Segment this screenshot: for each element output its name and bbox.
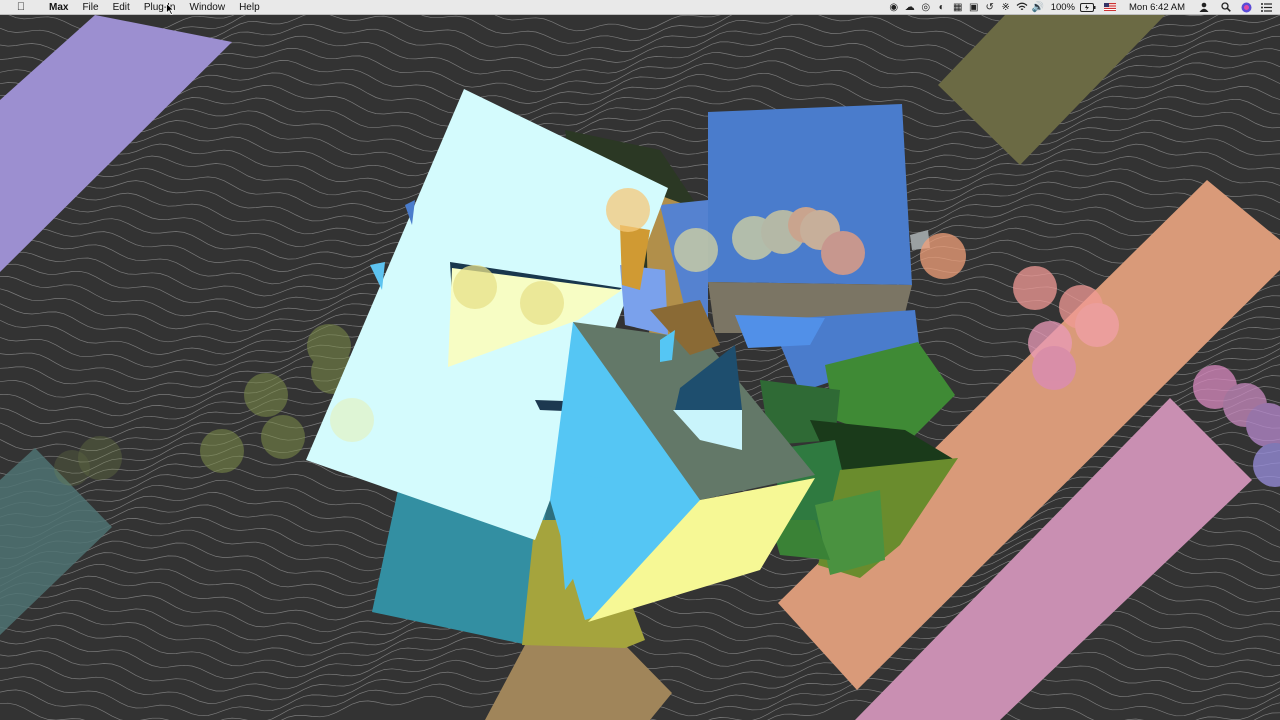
us-flag-icon[interactable] xyxy=(1102,0,1118,15)
grid-icon[interactable]: ▦ xyxy=(950,0,966,15)
menu-help[interactable]: Help xyxy=(232,0,267,15)
blue-cube-front xyxy=(708,104,912,285)
render-canvas[interactable] xyxy=(0,15,1280,720)
cc-icon[interactable]: ◎ xyxy=(918,0,934,15)
menu-file[interactable]: File xyxy=(75,0,105,15)
wifi-icon[interactable] xyxy=(1014,0,1030,15)
mouse-cursor-icon xyxy=(166,3,174,15)
notification-center-icon[interactable] xyxy=(1258,0,1274,15)
sync-icon[interactable]: ◐ xyxy=(934,0,950,15)
menu-bar:  Max File Edit Plug-In Window Help ◉ ☁ … xyxy=(0,0,1280,15)
search-icon[interactable] xyxy=(1218,0,1234,15)
battery-charging-icon[interactable] xyxy=(1080,0,1096,15)
user-icon[interactable] xyxy=(1196,0,1212,15)
menu-app-max[interactable]: Max xyxy=(42,0,75,15)
menu-clock[interactable]: Mon 6:42 AM xyxy=(1124,0,1190,15)
battery-percent: 100% xyxy=(1050,1,1076,13)
time-machine-icon[interactable]: ↺ xyxy=(982,0,998,15)
siri-icon[interactable] xyxy=(1238,0,1254,15)
apple-menu-icon[interactable]:  xyxy=(0,0,42,15)
record-icon[interactable]: ◉ xyxy=(886,0,902,15)
menu-edit[interactable]: Edit xyxy=(106,0,137,15)
cloud-icon[interactable]: ☁ xyxy=(902,0,918,15)
menu-window[interactable]: Window xyxy=(183,0,233,15)
bluetooth-icon[interactable]: ※ xyxy=(998,0,1014,15)
screen-icon[interactable]: ▣ xyxy=(966,0,982,15)
volume-icon[interactable]: 🔊 xyxy=(1030,0,1046,15)
menu-plug-in[interactable]: Plug-In xyxy=(137,0,183,15)
